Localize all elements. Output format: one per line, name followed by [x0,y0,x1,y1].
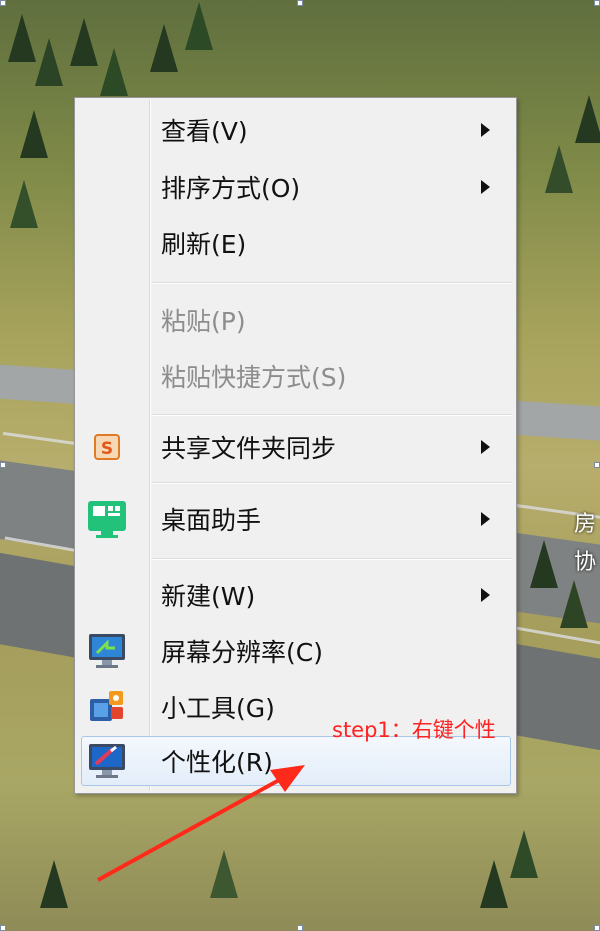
annotation-arrow-head [270,765,305,792]
annotation-arrow-shaft [97,772,291,882]
annotation-arrow [97,765,305,882]
